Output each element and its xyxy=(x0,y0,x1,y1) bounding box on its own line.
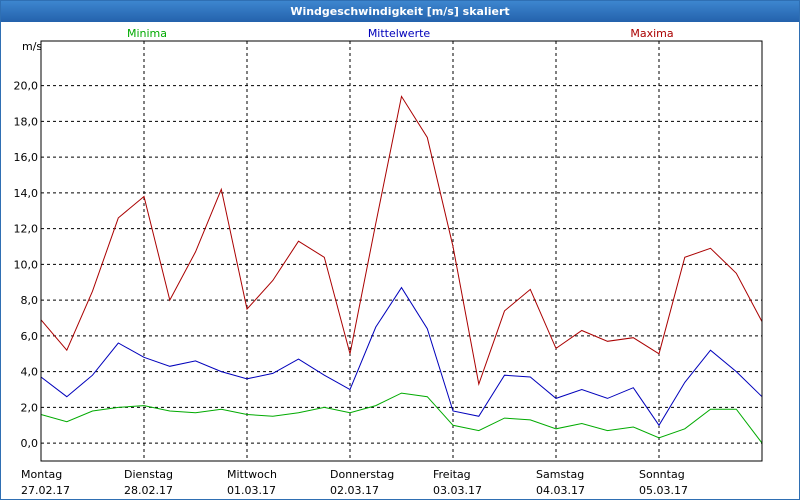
x-tick-date: 28.02.17 xyxy=(124,484,173,497)
plot-frame xyxy=(40,40,763,462)
x-tick-date: 01.03.17 xyxy=(227,484,276,497)
x-tick-weekday: Mittwoch xyxy=(227,468,277,481)
x-tick-weekday: Freitag xyxy=(433,468,471,481)
y-tick-label: 10,0 xyxy=(14,258,39,271)
y-tick-label: 0,0 xyxy=(21,437,39,450)
legend-minima: Minima xyxy=(127,27,167,40)
x-tick-weekday: Samstag xyxy=(536,468,584,481)
x-tick-weekday: Montag xyxy=(21,468,62,481)
x-tick-date: 02.03.17 xyxy=(330,484,379,497)
legend-mittelwerte: Mittelwerte xyxy=(368,27,431,40)
chart-grid xyxy=(41,41,762,461)
chart-series xyxy=(40,95,763,444)
x-tick-date: 27.02.17 xyxy=(21,484,70,497)
x-tick-weekday: Donnerstag xyxy=(330,468,394,481)
wind-speed-chart: m/s Minima Mittelwerte Maxima 0,0 2,0 4,0 6… xyxy=(14,27,763,497)
y-tick-label: 12,0 xyxy=(14,223,39,236)
x-tick-labels: Montag 27.02.17 Dienstag 28.02.17 Mittwoch 01… xyxy=(21,468,688,497)
x-tick-weekday: Sonntag xyxy=(639,468,685,481)
y-tick-label: 14,0 xyxy=(14,187,39,200)
y-tick-label: 18,0 xyxy=(14,115,39,128)
x-tick-weekday: Dienstag xyxy=(124,468,173,481)
chart-window: Windgeschwindigkeit [m/s] skaliert m/s M… xyxy=(0,0,800,500)
y-tick-label: 2,0 xyxy=(21,401,39,414)
series-mittelwerte-line xyxy=(40,286,763,427)
y-tick-label: 4,0 xyxy=(21,366,39,379)
y-tick-label: 8,0 xyxy=(21,294,39,307)
legend-maxima: Maxima xyxy=(630,27,673,40)
y-tick-label: 20,0 xyxy=(14,80,39,93)
series-maxima-line xyxy=(40,95,763,387)
y-tick-label: 6,0 xyxy=(21,330,39,343)
x-tick-date: 05.03.17 xyxy=(639,484,688,497)
y-tick-label: 16,0 xyxy=(14,151,39,164)
x-tick-date: 03.03.17 xyxy=(433,484,482,497)
x-tick-date: 04.03.17 xyxy=(536,484,585,497)
y-tick-labels: 0,0 2,0 4,0 6,0 8,0 10,0 12,0 14,0 16,0 18,0 20,0 xyxy=(14,80,39,450)
y-axis-unit: m/s xyxy=(22,40,42,53)
